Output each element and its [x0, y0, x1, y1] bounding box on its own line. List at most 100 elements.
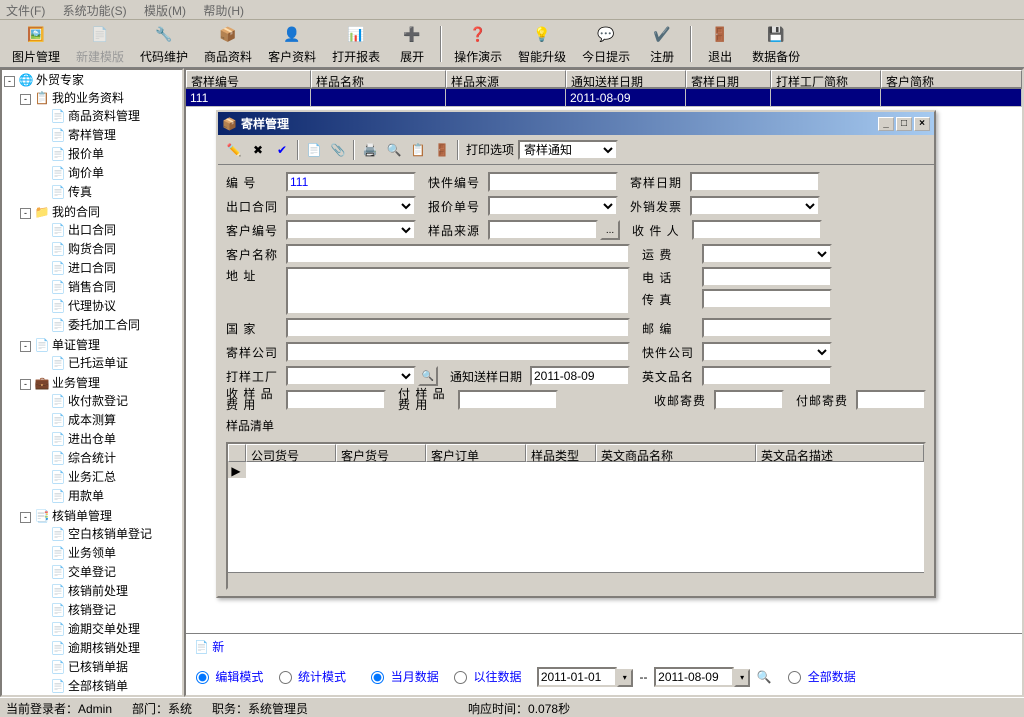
tree-group[interactable]: 单证管理 [52, 338, 100, 352]
dialog-titlebar[interactable]: 📦 寄样管理 _ □ × [218, 112, 934, 135]
close-button[interactable]: × [914, 117, 930, 131]
english-name-input[interactable] [702, 366, 832, 386]
tree-item[interactable]: 报价单 [68, 147, 104, 161]
col-header[interactable]: 样品名称 [311, 70, 446, 88]
tree-group[interactable]: 业务管理 [52, 376, 100, 390]
sub-grid-scrollbar[interactable] [228, 572, 924, 588]
menu-template[interactable]: 模版(M) [144, 4, 186, 18]
customer-no-select[interactable] [286, 220, 416, 240]
col-header[interactable]: 客户简称 [881, 70, 1022, 88]
country-input[interactable] [286, 318, 630, 338]
tree-item[interactable]: 收付款登记 [68, 394, 128, 408]
tree-item[interactable]: 进口合同 [68, 261, 116, 275]
date-from-picker[interactable]: ▾ [617, 669, 633, 687]
sg-col[interactable]: 公司货号 [246, 444, 336, 462]
print-button[interactable]: 🖨️ [359, 139, 381, 161]
menu-file[interactable]: 文件(F) [6, 4, 45, 18]
attach-button[interactable]: 📎 [327, 139, 349, 161]
tree-item[interactable]: 委托加工合同 [68, 318, 140, 332]
toolbar-商品资料[interactable]: 📦商品资料 [196, 20, 260, 67]
freight-select[interactable] [702, 244, 832, 264]
date-to-picker[interactable]: ▾ [734, 669, 750, 687]
tree-item[interactable]: 代理协议 [68, 299, 116, 313]
fax-input[interactable] [702, 289, 832, 309]
tree-group[interactable]: 我的业务资料 [52, 91, 124, 105]
menu-sys[interactable]: 系统功能(S) [63, 4, 127, 18]
factory-select[interactable] [286, 366, 416, 386]
send-date-input[interactable] [690, 172, 820, 192]
expand-icon[interactable]: - [20, 379, 31, 390]
new-button[interactable]: 📄 [303, 139, 325, 161]
tree-item[interactable]: 进出仓单 [68, 432, 116, 446]
expand-icon[interactable]: - [20, 94, 31, 105]
postcode-input[interactable] [702, 318, 832, 338]
col-header[interactable]: 打样工厂简称 [771, 70, 881, 88]
col-header[interactable]: 寄样编号 [186, 70, 311, 88]
date-to-input[interactable] [654, 667, 734, 687]
search-icon[interactable]: 🔍 [757, 670, 772, 684]
tree-item[interactable]: 逾期核销处理 [68, 641, 140, 655]
toolbar-打开报表[interactable]: 📊打开报表 [324, 20, 388, 67]
preview-button[interactable]: 🔍 [383, 139, 405, 161]
factory-lookup-button[interactable]: 🔍 [418, 366, 438, 386]
tree-item[interactable]: 核销前处理 [68, 584, 128, 598]
notify-date-input[interactable] [530, 366, 630, 386]
sg-col[interactable]: 样品类型 [526, 444, 596, 462]
pay-sample-fee-input[interactable] [458, 390, 558, 410]
recipient-input[interactable] [692, 220, 822, 240]
sg-col[interactable]: 客户货号 [336, 444, 426, 462]
tree-item[interactable]: 商品资料管理 [68, 109, 140, 123]
send-company-input[interactable] [286, 342, 630, 362]
id-input[interactable] [286, 172, 416, 192]
tree-item[interactable]: 销售合同 [68, 280, 116, 294]
toolbar-智能升级[interactable]: 💡智能升级 [510, 20, 574, 67]
pay-post-fee-input[interactable] [856, 390, 926, 410]
tree-group[interactable]: 我的合同 [52, 205, 100, 219]
tree-item[interactable]: 业务汇总 [68, 470, 116, 484]
all-data-radio[interactable]: 全部数据 [788, 670, 855, 684]
address-input[interactable] [286, 267, 630, 315]
maximize-button[interactable]: □ [896, 117, 912, 131]
minimize-button[interactable]: _ [878, 117, 894, 131]
tree-item[interactable]: 业务领单 [68, 546, 116, 560]
toolbar-操作演示[interactable]: ❓操作演示 [446, 20, 510, 67]
toolbar-代码维护[interactable]: 🔧代码维护 [132, 20, 196, 67]
toolbar-图片管理[interactable]: 🖼️图片管理 [4, 20, 68, 67]
tree-item[interactable]: 用款单 [68, 489, 104, 503]
sub-grid-body[interactable] [246, 462, 924, 572]
expand-icon[interactable]: - [20, 512, 31, 523]
toolbar-客户资料[interactable]: 👤客户资料 [260, 20, 324, 67]
tree-item[interactable]: 购货合同 [68, 242, 116, 256]
recv-sample-fee-input[interactable] [286, 390, 386, 410]
tree-item[interactable]: 传真 [68, 185, 92, 199]
tree-item[interactable]: 已核销单据 [68, 660, 128, 674]
tree-item[interactable]: 交单登记 [68, 565, 116, 579]
date-from-input[interactable] [537, 667, 617, 687]
col-header[interactable]: 通知送样日期 [566, 70, 686, 88]
stat-mode-radio[interactable]: 统计模式 [279, 670, 346, 684]
phone-input[interactable] [702, 267, 832, 287]
col-header[interactable]: 样品来源 [446, 70, 566, 88]
delete-button[interactable]: ✖ [247, 139, 269, 161]
tree-item[interactable]: 询价单 [68, 166, 104, 180]
new-link[interactable]: 📄 新 [194, 640, 224, 654]
tree-item[interactable]: 逾期交单处理 [68, 622, 140, 636]
sg-col[interactable]: 英文商品名称 [596, 444, 756, 462]
exit-button[interactable]: 🚪 [431, 139, 453, 161]
express-no-input[interactable] [488, 172, 618, 192]
export-contract-select[interactable] [286, 196, 416, 216]
past-data-radio[interactable]: 以往数据 [454, 670, 521, 684]
invoice-select[interactable] [690, 196, 820, 216]
grid-row-selected[interactable]: 111 2011-08-09 [186, 89, 1022, 107]
customer-name-input[interactable] [286, 244, 630, 264]
tree-item[interactable]: 寄样管理 [68, 128, 116, 142]
toolbar-数据备份[interactable]: 💾数据备份 [744, 20, 808, 67]
recv-post-fee-input[interactable] [714, 390, 784, 410]
expand-icon[interactable]: - [4, 76, 15, 87]
tree-item[interactable]: 已托运单证 [68, 356, 128, 370]
export-button[interactable]: 📋 [407, 139, 429, 161]
tree-item[interactable]: 空白核销单登记 [68, 527, 152, 541]
tree-item[interactable]: 全部核销单 [68, 679, 128, 693]
toolbar-退出[interactable]: 🚪退出 [696, 20, 744, 67]
sample-source-input[interactable] [488, 220, 598, 240]
